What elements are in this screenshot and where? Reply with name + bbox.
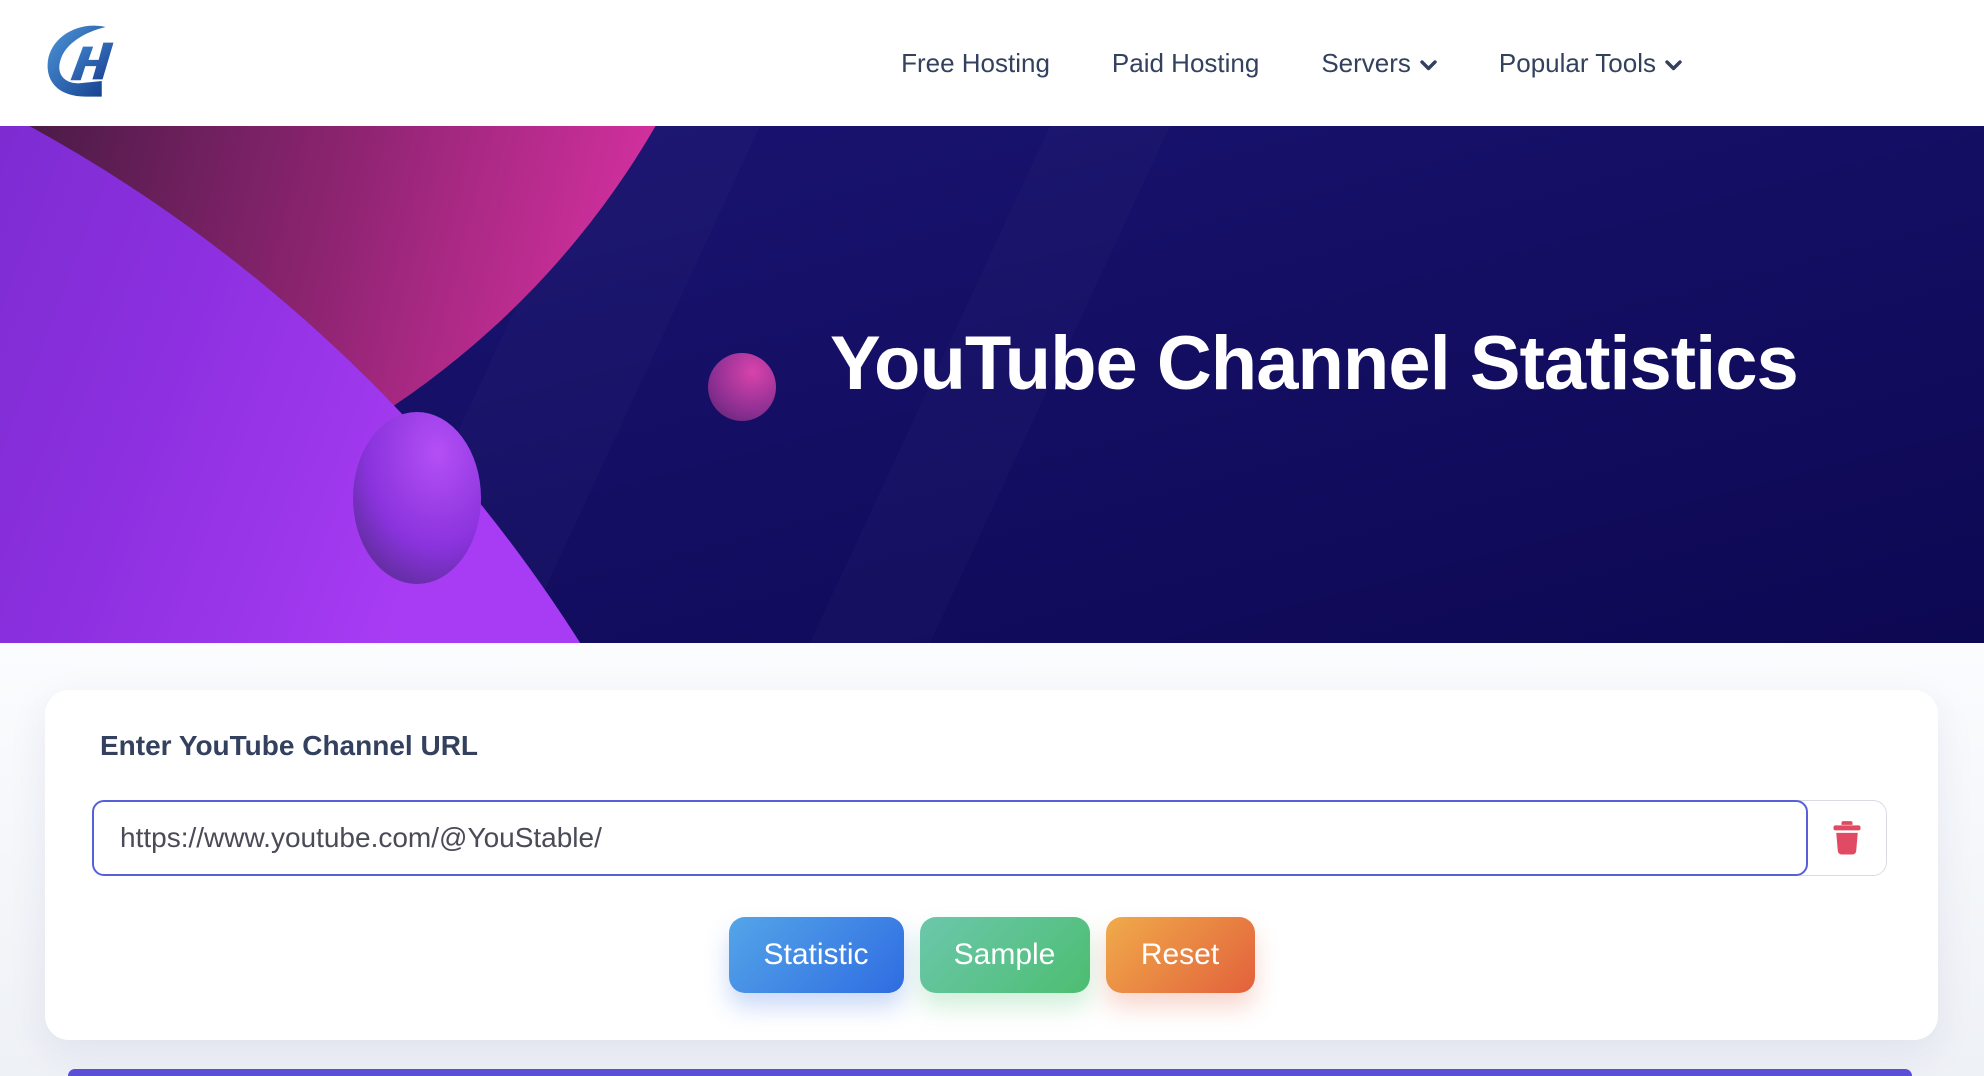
top-navbar: Free Hosting Paid Hosting Servers Popula… bbox=[0, 0, 1984, 126]
nav-label: Servers bbox=[1321, 48, 1411, 79]
url-input-group bbox=[92, 800, 1887, 876]
nav-label: Free Hosting bbox=[901, 48, 1050, 79]
sample-button[interactable]: Sample bbox=[920, 917, 1090, 993]
site-logo-icon[interactable] bbox=[40, 17, 126, 109]
channel-url-card: Enter YouTube Channel URL Statistic Samp… bbox=[45, 690, 1938, 1040]
chevron-down-icon bbox=[1665, 60, 1682, 71]
main-nav: Free Hosting Paid Hosting Servers Popula… bbox=[901, 48, 1682, 79]
nav-item-paid-hosting[interactable]: Paid Hosting bbox=[1112, 48, 1259, 79]
channel-url-input[interactable] bbox=[92, 800, 1808, 876]
hero-banner: YouTube Channel Statistics bbox=[0, 126, 1984, 643]
chevron-down-icon bbox=[1420, 60, 1437, 71]
nav-label: Popular Tools bbox=[1499, 48, 1656, 79]
nav-label: Paid Hosting bbox=[1112, 48, 1259, 79]
input-label: Enter YouTube Channel URL bbox=[100, 730, 478, 762]
reset-button[interactable]: Reset bbox=[1106, 917, 1255, 993]
content-area: Enter YouTube Channel URL Statistic Samp… bbox=[0, 643, 1984, 1076]
page-title: YouTube Channel Statistics bbox=[830, 322, 1830, 406]
nav-item-popular-tools[interactable]: Popular Tools bbox=[1499, 48, 1682, 79]
trash-icon bbox=[1832, 821, 1862, 855]
nav-item-servers[interactable]: Servers bbox=[1321, 48, 1437, 79]
statistic-button[interactable]: Statistic bbox=[729, 917, 904, 993]
action-buttons: Statistic Sample Reset bbox=[45, 917, 1938, 993]
nav-item-free-hosting[interactable]: Free Hosting bbox=[901, 48, 1050, 79]
clear-input-button[interactable] bbox=[1808, 801, 1886, 875]
next-section-top-edge bbox=[68, 1069, 1912, 1076]
